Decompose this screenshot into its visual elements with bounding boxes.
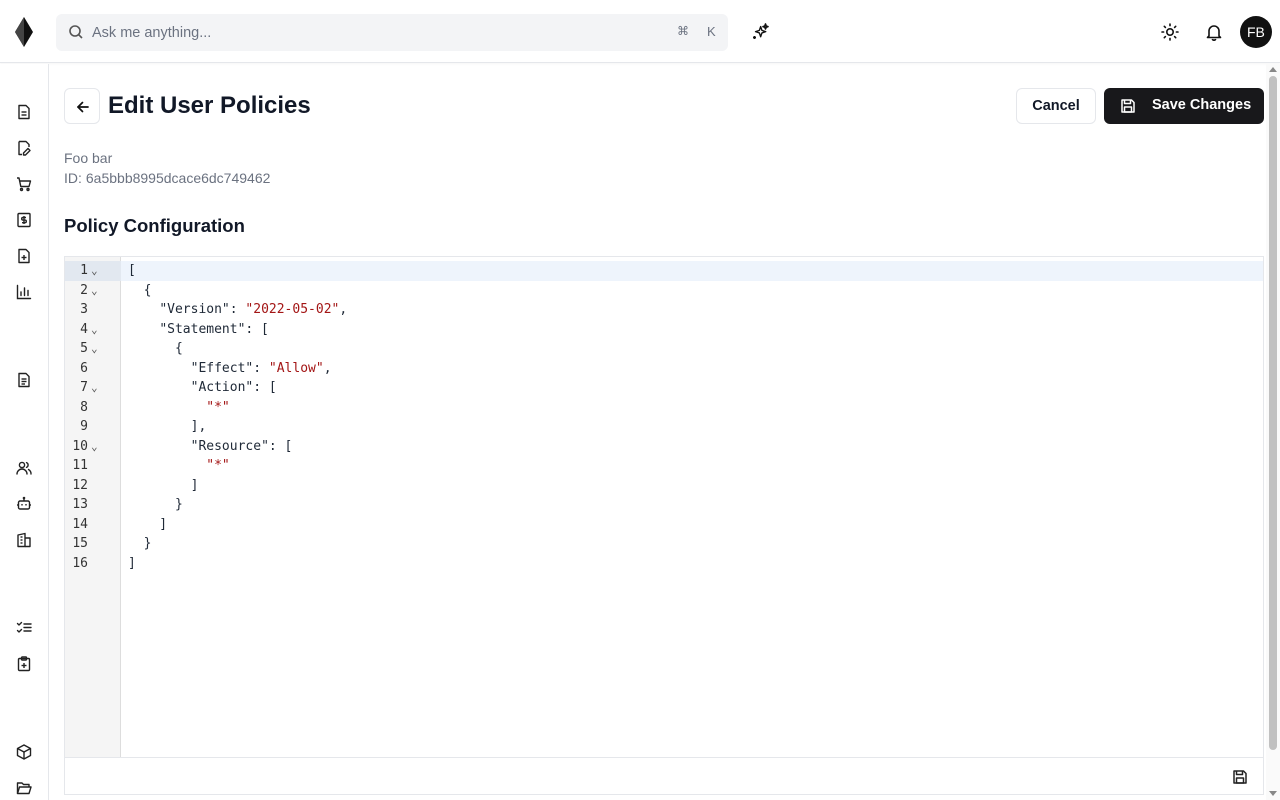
code-line[interactable]: ] — [128, 476, 199, 496]
code-line[interactable]: ], — [128, 417, 207, 437]
resource-key: "Resource" — [190, 438, 269, 454]
cart-icon[interactable] — [16, 176, 32, 192]
editor-footer — [64, 757, 1264, 795]
id-label: ID: — [64, 170, 82, 186]
code-line[interactable]: } — [128, 534, 152, 554]
scroll-up-arrow[interactable] — [1269, 67, 1277, 72]
code-line[interactable]: } — [128, 495, 183, 515]
search-icon — [69, 25, 83, 39]
search-bar[interactable]: ⌘ K — [56, 14, 728, 51]
effect-key: "Effect" — [190, 360, 254, 376]
code-line[interactable]: "Version": "2022-05-02", — [128, 300, 347, 320]
save-icon — [1121, 99, 1135, 113]
notifications-bell-icon[interactable] — [1205, 23, 1223, 41]
policy-code-editor[interactable]: 1 ⌄ 2 ⌄ 3 4 ⌄ 5 ⌄ 6 7 ⌄ 8 9 10 ⌄ 11 12 13 14 15 16 [ { "Versi… — [64, 256, 1264, 757]
code-line[interactable]: { — [128, 281, 152, 301]
version-key: "Version" — [159, 302, 230, 317]
section-title: Policy Configuration — [64, 215, 245, 236]
cancel-button[interactable]: Cancel — [1016, 88, 1096, 124]
code-line[interactable]: { — [128, 339, 183, 359]
code-line[interactable]: "*" — [128, 398, 230, 418]
resource-value: "*" — [206, 458, 230, 473]
document-icon[interactable] — [16, 104, 32, 120]
sidebar — [0, 64, 49, 800]
page-title: Edit User Policies — [108, 92, 311, 119]
effect-value: "Allow" — [268, 360, 324, 376]
code-line[interactable]: ] — [128, 554, 136, 574]
bar-chart-icon[interactable] — [16, 284, 32, 300]
edit-document-icon[interactable] — [16, 140, 32, 156]
app-logo-icon[interactable] — [14, 17, 34, 47]
code-line[interactable]: ] — [128, 515, 167, 535]
version-value: "2022-05-02" — [245, 302, 340, 317]
building-icon[interactable] — [16, 532, 32, 548]
action-value: "*" — [206, 399, 230, 415]
action-key: "Action" — [190, 380, 254, 395]
arrow-left-icon — [77, 101, 89, 113]
ai-sparkle-icon[interactable] — [752, 23, 770, 41]
code-line[interactable]: "Effect": "Allow", — [128, 359, 332, 379]
theme-toggle-icon[interactable] — [1161, 23, 1179, 41]
save-icon[interactable] — [1232, 769, 1248, 785]
user-id: ID: 6a5bbb8995dcace6dc749462 — [64, 170, 270, 186]
clipboard-icon[interactable] — [16, 656, 32, 672]
statement-key: "Statement" — [159, 321, 246, 337]
page-scrollbar[interactable] — [1266, 64, 1280, 800]
back-button[interactable] — [64, 88, 100, 124]
scroll-thumb[interactable] — [1269, 76, 1277, 750]
package-icon[interactable] — [16, 744, 32, 760]
code-line[interactable]: "Resource": [ — [128, 437, 293, 457]
user-avatar[interactable]: FB — [1240, 16, 1272, 48]
code-line[interactable]: "Action": [ — [128, 378, 277, 398]
code-line[interactable]: "*" — [128, 456, 230, 476]
list-document-icon[interactable] — [16, 372, 32, 388]
search-input[interactable] — [92, 14, 652, 51]
scroll-down-arrow[interactable] — [1269, 791, 1277, 796]
save-changes-button[interactable]: Save Changes — [1104, 88, 1264, 124]
code-line[interactable]: [ — [128, 261, 136, 281]
users-icon[interactable] — [16, 460, 32, 476]
top-header: ⌘ K FB — [0, 0, 1280, 63]
user-name: Foo bar — [64, 150, 113, 166]
checklist-icon[interactable] — [16, 620, 32, 636]
billing-icon[interactable] — [16, 212, 32, 228]
shortcut-cmd: ⌘ — [677, 24, 689, 38]
save-button-label: Save Changes — [1152, 97, 1252, 113]
bot-icon[interactable] — [16, 496, 32, 512]
folder-icon[interactable] — [16, 780, 32, 796]
id-value: 6a5bbb8995dcace6dc749462 — [85, 170, 271, 186]
code-line[interactable]: "Statement": [ — [128, 320, 269, 340]
shortcut-key: K — [707, 24, 716, 39]
add-document-icon[interactable] — [16, 248, 32, 264]
